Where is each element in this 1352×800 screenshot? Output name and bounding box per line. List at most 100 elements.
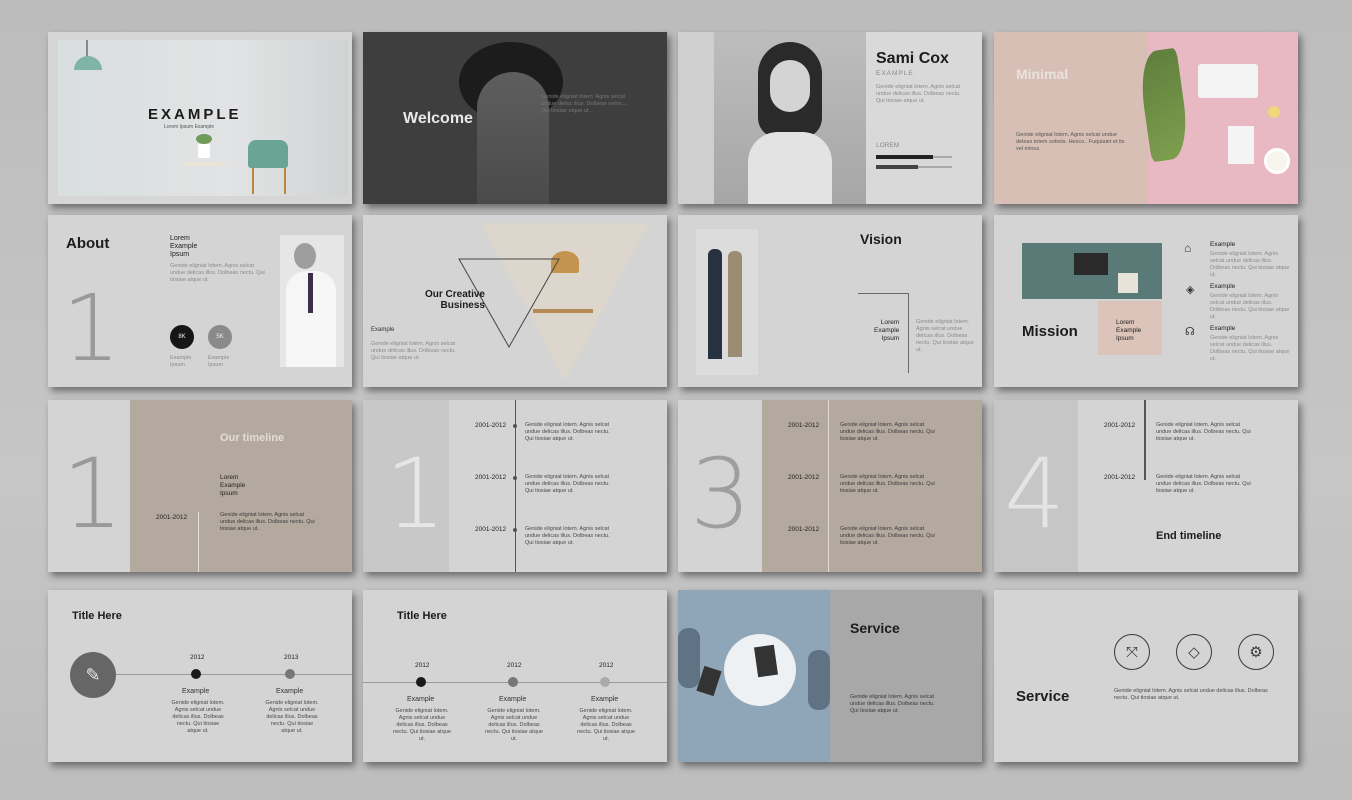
stat-circle-2: 5K [208,325,232,349]
body-text: Genide eligniat lotem. Agnis selcat undu… [541,94,628,114]
subheading: Lorem Example Ipsum [220,474,246,497]
laptop-icon [754,644,778,678]
slide-title-here-2[interactable]: Title Here 2012 Example Genide eligniat … [363,590,667,762]
year: 2001-2012 [475,474,507,481]
slide-mission[interactable]: Mission Lorem Example Ipsum ⌂ Example Ge… [994,215,1298,387]
body-text: Genide eligniat lotem. Agnis selcat undu… [170,263,265,283]
skill-bar-2 [876,165,918,169]
slide-timeline-1[interactable]: 1 2001-2012 Genide eligniat lotem. Agnis… [363,400,667,572]
slide-service-photo[interactable]: Service Genide eligniat lotem. Agnis sel… [678,590,982,762]
coffee-cup-icon [1264,148,1290,174]
item-body: Genide eligniat lotem. Agnis selcat undu… [1210,335,1290,362]
stat-label-2: Example Ipsum [208,355,230,368]
year: 2001-2012 [475,526,507,533]
notebook-icon [1228,126,1254,164]
slide-welcome[interactable]: Welcome Genide eligniat lotem. Agnis sel… [363,32,667,204]
timeline-axis [828,400,829,572]
item-title: Example [1210,325,1236,332]
team-meeting-photo [678,590,830,762]
year: 2001-2012 [788,526,820,533]
slide-about[interactable]: About 1 Lorem Example Ipsum Genide elign… [48,215,352,387]
year: 2013 [284,654,299,661]
item-body: Genide eligniat lotem. Agnis selcat undu… [485,708,543,742]
slide-title: Service [850,620,900,636]
slide-profile[interactable]: Sami Cox EXAMPLE Genide eligniat lotem. … [678,32,982,204]
slide-example[interactable]: EXAMPLE Lorem Ipsum Example [48,32,352,204]
edit-icon: ✎ [70,652,116,698]
item-label: Example [499,696,527,703]
body-text: Genide eligniat lotem. Agnis selcat undu… [840,526,935,546]
item-body: Genide eligniat lotem. Agnis selcat undu… [1210,251,1290,278]
slide-vision[interactable]: Vision Lorem Example Ipsum Genide eligni… [678,215,982,387]
slide-title: Minimal [1016,66,1069,82]
skill-bar-1 [876,155,933,159]
body-text: Genide eligniat lotem. Agnis selcat undu… [1156,474,1251,494]
woman-photo [477,72,549,204]
profile-role: EXAMPLE [876,70,914,77]
body-text: Genide eligniat lotem. Agnis selcat undu… [1114,688,1268,701]
year: 2001-2012 [475,422,507,429]
side-table [183,162,225,166]
timeline-axis [116,674,352,675]
item-label: Example [591,696,619,703]
item-body: Genide eligniat lotem. Agnis selcat undu… [171,700,225,734]
item-body: Genide eligniat lotem. Agnis selcat undu… [393,708,451,742]
body-text: Genide eligniat lotem. Agnis selcat undu… [371,341,456,361]
big-number: 1 [62,275,121,382]
subheading: Lorem Example Ipsum [170,235,198,258]
portrait-photo [714,32,866,204]
gear-icon: ⚙ [1238,634,1274,670]
slide-title: Vision [860,231,902,247]
slide-title: About [66,235,110,252]
headset-icon: ☊ [1185,326,1195,338]
item-label: Example [182,688,210,695]
big-number: 1 [385,438,447,550]
businessman-photo [280,235,344,367]
big-number: 4 [1004,438,1066,550]
slide-our-timeline[interactable]: 1 Our timeline Lorem Example Ipsum 2001-… [48,400,352,572]
chair-icon [248,140,288,168]
year: 2001-2012 [788,474,820,481]
desk-photo [1136,32,1298,204]
item-title: Example [1210,283,1236,290]
year: 2012 [415,662,430,669]
stat-circle-1: 8K [170,325,194,349]
pen-tool-icon: ⤧ [1114,634,1150,670]
tablet-icon [696,665,722,697]
slide-timeline-3[interactable]: 3 2001-2012 Genide eligniat lotem. Agnis… [678,400,982,572]
item-body: Genide eligniat lotem. Agnis selcat undu… [577,708,635,742]
home-icon: ⌂ [1184,241,1192,255]
body-text: Genide eligniat lotem. Agnis selcat undu… [525,526,610,546]
diamond-icon: ◇ [1176,634,1212,670]
slide-title: Welcome [403,110,473,127]
slide-title: EXAMPLE [148,106,242,123]
big-number: 1 [62,438,124,550]
subheading: Lorem Example Ipsum [874,319,900,342]
slide-title: Title Here [72,610,122,622]
chair-leg [284,168,286,194]
clip-icon [1268,106,1280,118]
item-title: Example [1210,241,1236,248]
label: Example [371,327,395,333]
workspace-photo [1022,243,1162,299]
slide-title: Service [1016,688,1070,705]
slide-end-timeline[interactable]: 4 2001-2012 Genide eligniat lotem. Agnis… [994,400,1298,572]
slide-title: Title Here [397,610,447,622]
item-label: Example [276,688,304,695]
timeline-axis [1144,400,1146,480]
body-text: Genide eligniat lotem. Agnis selcat undu… [840,422,935,442]
slide-title: Mission [1022,323,1078,340]
profile-body: Genide eligniat lotem. Agnis selcat undu… [876,84,961,104]
slide-creative-business[interactable]: Our Creative Business Example Genide eli… [363,215,667,387]
body-text: Genide eligniat lotem. Agnis selcat undu… [525,422,610,442]
slide-title: Our Creative Business [424,289,485,311]
slide-title-here-1[interactable]: Title Here ✎ 2012 Example Genide elignia… [48,590,352,762]
meeting-photo [696,229,758,375]
chair-leg [252,168,254,194]
body-text: Genide eligniat lotem. Agnis selcat undu… [220,512,315,532]
slide-minimal[interactable]: Minimal Genide eligniat lotem. Agnis sel… [994,32,1298,204]
body-text: Genide eligniat lotem. Agnis selcat undu… [916,319,974,353]
year: 2012 [599,662,614,669]
plant-pot-icon [198,144,210,158]
slide-service[interactable]: Service ⤧ ◇ ⚙ Genide eligniat lotem. Agn… [994,590,1298,762]
